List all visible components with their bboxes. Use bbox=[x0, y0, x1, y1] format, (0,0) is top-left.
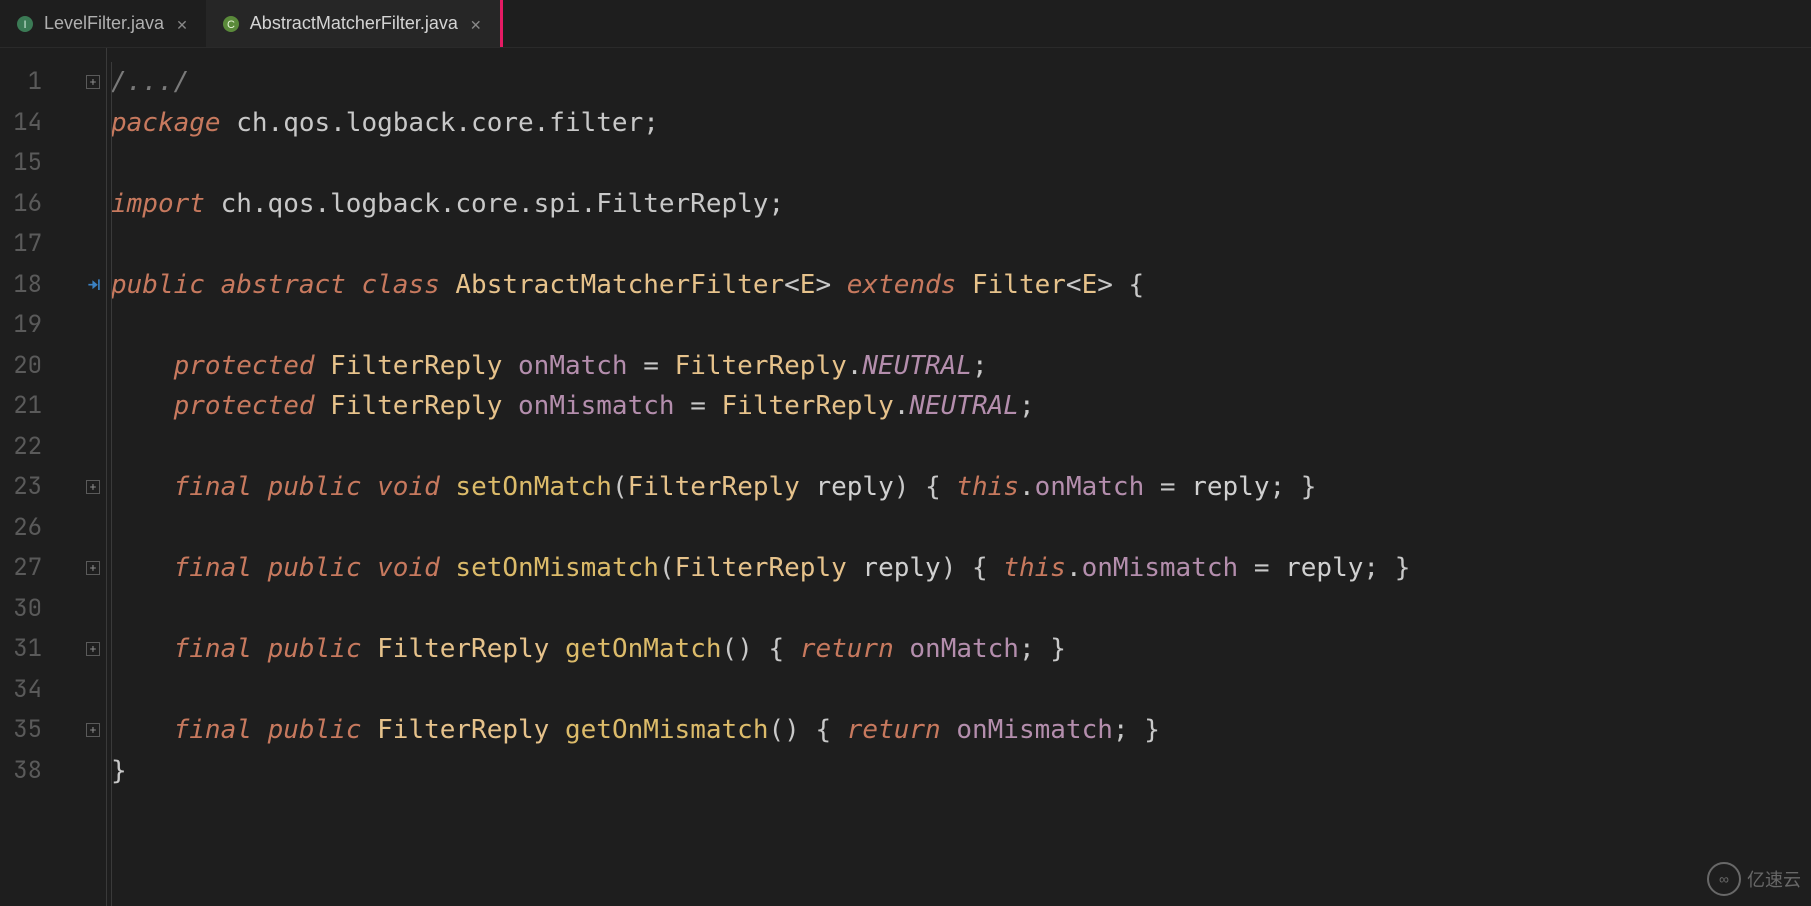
source-code[interactable]: /.../ package ch.qos.logback.core.filter… bbox=[107, 62, 1811, 791]
line-number: 18 bbox=[0, 265, 50, 306]
code-area[interactable]: /.../ package ch.qos.logback.core.filter… bbox=[106, 48, 1811, 906]
line-number: 23 bbox=[0, 467, 50, 508]
tab-label: AbstractMatcherFilter.java bbox=[250, 13, 458, 34]
close-icon[interactable]: ✕ bbox=[174, 16, 190, 32]
line-number: 15 bbox=[0, 143, 50, 184]
watermark-text: 亿速云 bbox=[1747, 866, 1801, 892]
line-number: 21 bbox=[0, 386, 50, 427]
line-number-gutter: 11415161718192021222326273031343538 bbox=[0, 48, 50, 906]
fold-toggle-icon[interactable]: + bbox=[86, 480, 100, 494]
line-number: 19 bbox=[0, 305, 50, 346]
editor-tabs: I LevelFilter.java ✕ C AbstractMatcherFi… bbox=[0, 0, 1811, 48]
tab-label: LevelFilter.java bbox=[44, 13, 164, 34]
line-number: 14 bbox=[0, 103, 50, 144]
tab-levelfilter[interactable]: I LevelFilter.java ✕ bbox=[0, 0, 206, 47]
tab-abstractmatcherfilter[interactable]: C AbstractMatcherFilter.java ✕ bbox=[206, 0, 500, 47]
gutter-marks: + ⇥ + + + + bbox=[50, 48, 106, 906]
line-number: 35 bbox=[0, 710, 50, 751]
java-class-icon: C bbox=[222, 15, 240, 33]
close-icon[interactable]: ✕ bbox=[468, 16, 484, 32]
line-number: 17 bbox=[0, 224, 50, 265]
fold-toggle-icon[interactable]: + bbox=[86, 75, 100, 89]
line-number: 20 bbox=[0, 346, 50, 387]
svg-text:I: I bbox=[23, 19, 26, 31]
line-number: 38 bbox=[0, 751, 50, 792]
java-interface-icon: I bbox=[16, 15, 34, 33]
line-number: 22 bbox=[0, 427, 50, 468]
watermark: ∞ 亿速云 bbox=[1707, 862, 1801, 896]
line-number: 27 bbox=[0, 548, 50, 589]
watermark-logo-icon: ∞ bbox=[1707, 862, 1741, 896]
line-number: 30 bbox=[0, 589, 50, 630]
line-number: 1 bbox=[0, 62, 50, 103]
line-number: 31 bbox=[0, 629, 50, 670]
fold-toggle-icon[interactable]: + bbox=[86, 723, 100, 737]
svg-text:C: C bbox=[227, 19, 235, 31]
line-number: 34 bbox=[0, 670, 50, 711]
fold-toggle-icon[interactable]: + bbox=[86, 561, 100, 575]
fold-toggle-icon[interactable]: + bbox=[86, 642, 100, 656]
code-editor[interactable]: 11415161718192021222326273031343538 +⇥++… bbox=[0, 48, 1811, 906]
line-number: 16 bbox=[0, 184, 50, 225]
line-number: 26 bbox=[0, 508, 50, 549]
run-class-icon[interactable]: ⇥ bbox=[88, 271, 100, 298]
